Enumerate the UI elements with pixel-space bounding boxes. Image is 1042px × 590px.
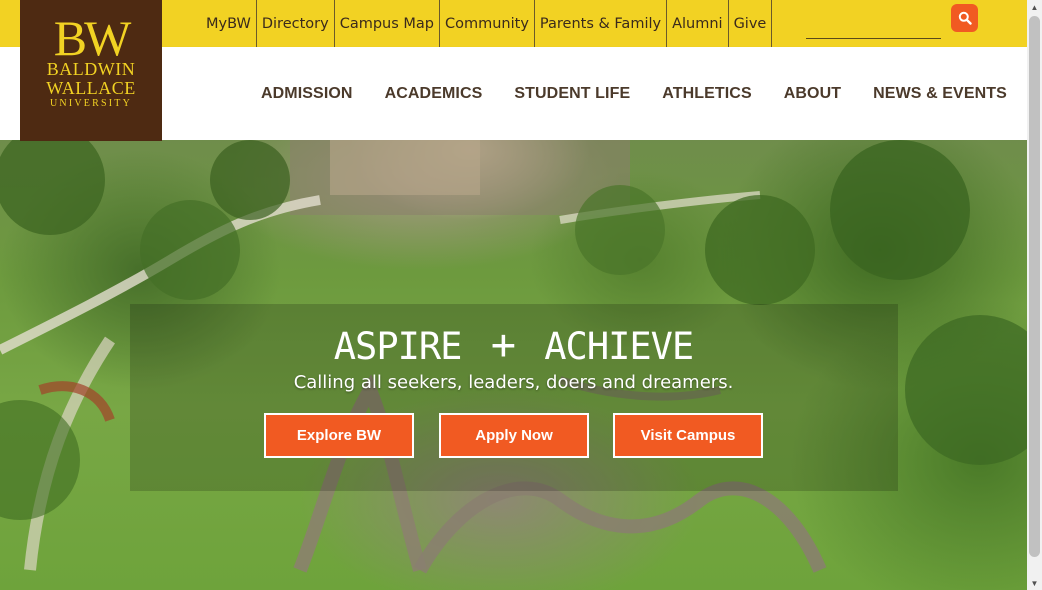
utility-link-mybw[interactable]: MyBW (201, 0, 257, 47)
scroll-thumb[interactable] (1029, 16, 1040, 557)
visit-campus-button[interactable]: Visit Campus (613, 413, 763, 458)
logo-line-wallace: WALLACE (46, 78, 136, 98)
utility-link-give[interactable]: Give (729, 0, 773, 47)
logo-line-university: UNIVERSITY (50, 98, 132, 109)
apply-now-button[interactable]: Apply Now (439, 413, 589, 458)
hero-title-achieve: ACHIEVE (544, 325, 694, 368)
nav-item-about[interactable]: ABOUT (768, 85, 857, 103)
utility-link-parents-family[interactable]: Parents & Family (535, 0, 668, 47)
university-logo[interactable]: BW BALDWIN WALLACE UNIVERSITY (20, 0, 162, 141)
utility-links: MyBW Directory Campus Map Community Pare… (201, 0, 773, 47)
search-input[interactable] (806, 6, 941, 39)
hero-subtitle: Calling all seekers, leaders, doers and … (293, 372, 734, 393)
nav-item-news-events[interactable]: NEWS & EVENTS (857, 85, 1023, 103)
scroll-down-arrow-icon[interactable]: ▼ (1027, 576, 1042, 590)
page-scrollbar[interactable]: ▲ ▼ (1027, 0, 1042, 590)
main-nav-items: ADMISSION ACADEMICS STUDENT LIFE ATHLETI… (245, 47, 1023, 140)
hero-title-aspire: ASPIRE (333, 325, 463, 368)
utility-link-alumni[interactable]: Alumni (667, 0, 729, 47)
hero-title-plus: + (490, 320, 516, 369)
utility-link-directory[interactable]: Directory (257, 0, 335, 47)
nav-item-student-life[interactable]: STUDENT LIFE (498, 85, 646, 103)
logo-mark: BW (53, 10, 132, 66)
explore-bw-button[interactable]: Explore BW (264, 413, 414, 458)
utility-link-campus-map[interactable]: Campus Map (335, 0, 440, 47)
nav-item-athletics[interactable]: ATHLETICS (646, 85, 768, 103)
logo-line-baldwin: BALDWIN (46, 59, 136, 79)
scroll-up-arrow-icon[interactable]: ▲ (1027, 0, 1042, 14)
nav-item-admission[interactable]: ADMISSION (245, 85, 369, 103)
utility-link-community[interactable]: Community (440, 0, 535, 47)
hero-title: ASPIRE + ACHIEVE (0, 320, 1027, 369)
nav-item-academics[interactable]: ACADEMICS (369, 85, 499, 103)
hero-banner: ASPIRE + ACHIEVE Calling all seekers, le… (0, 140, 1027, 590)
search-icon (958, 11, 972, 25)
search-button[interactable] (951, 4, 978, 32)
